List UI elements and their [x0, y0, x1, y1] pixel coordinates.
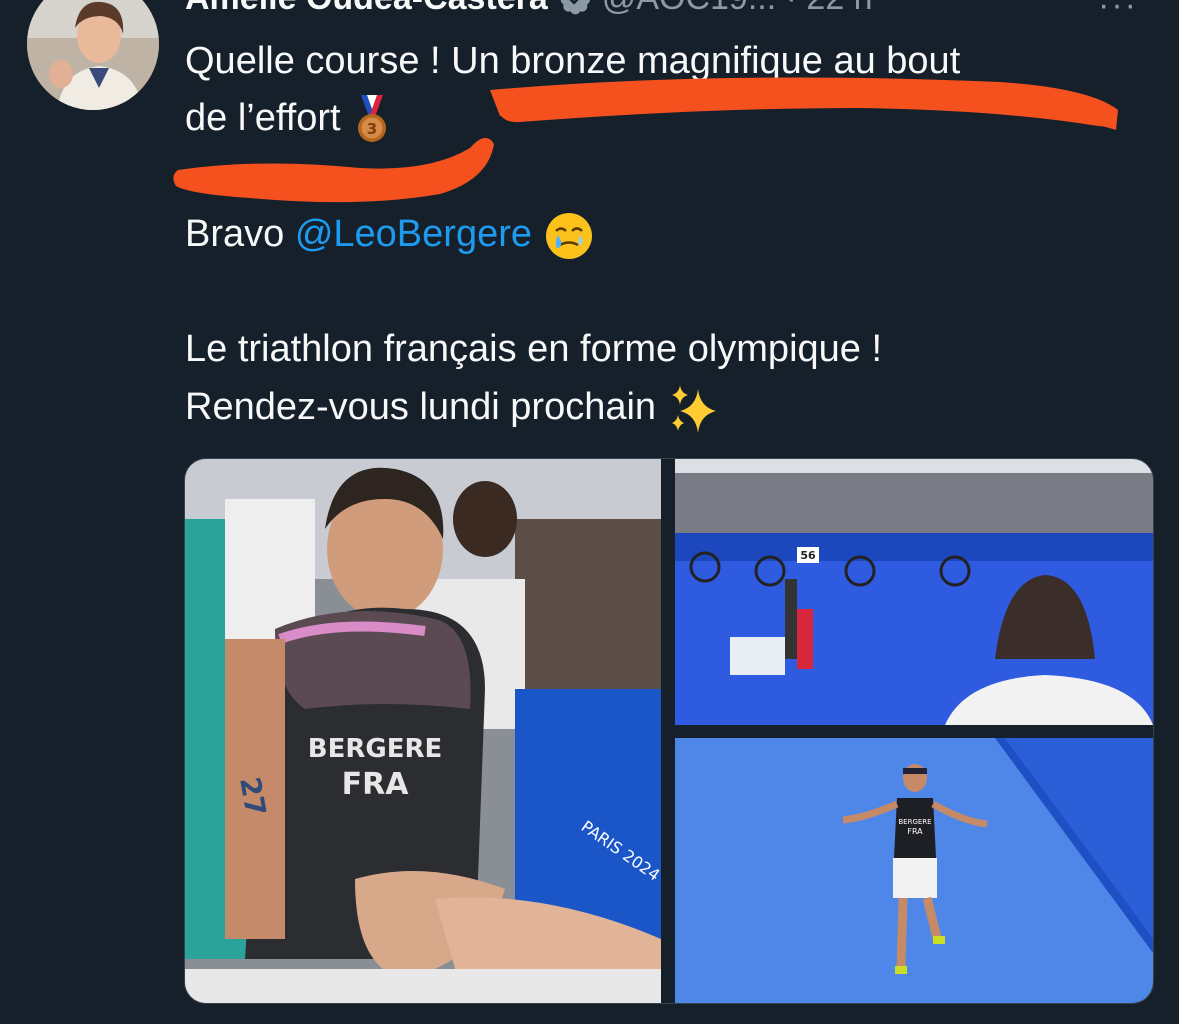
tweet-header: Amélie Oudéa-Castéra @AOC19... · 22 h	[185, 0, 873, 18]
athlete-photo: PARIS 2024 BERGERE FRA 27	[185, 459, 661, 1003]
tweet-text-line-4: Le triathlon français en forme olympique…	[185, 328, 883, 370]
svg-text:3: 3	[366, 120, 376, 138]
bib-name-3: BERGERE	[898, 818, 931, 826]
tweet-text-effort: de l’effort	[185, 97, 341, 139]
sparkles-icon	[672, 384, 717, 433]
mention-link[interactable]: @LeoBergere	[295, 213, 532, 255]
media-grid[interactable]: PARIS 2024 BERGERE FRA 27 56 BERGERE FRA	[184, 458, 1154, 1004]
tweet-text-line-2: de l’effort 3	[185, 89, 391, 147]
bib-name-1: BERGERE	[308, 734, 442, 764]
tweet-text-line-3: Bravo @LeoBergere	[185, 205, 594, 263]
avatar[interactable]	[27, 0, 159, 110]
verified-badge-icon	[560, 0, 590, 15]
face-holding-back-tears-icon	[546, 212, 592, 259]
photo-transition-area[interactable]: 56	[675, 459, 1153, 725]
bib-country-3: FRA	[907, 827, 923, 836]
tweet-text-line-5: Rendez-vous lundi prochain	[185, 378, 720, 436]
display-name[interactable]: Amélie Oudéa-Castéra	[185, 0, 548, 17]
tweet-text-rendez-vous: Rendez-vous lundi prochain	[185, 386, 657, 428]
bib-country-1: FRA	[342, 767, 410, 802]
bronze-medal-icon: 3	[357, 94, 386, 142]
more-options-icon[interactable]: ···	[1098, 0, 1138, 25]
bravo-text: Bravo	[185, 213, 295, 255]
profile-photo	[27, 0, 159, 110]
photo-athlete-with-fans[interactable]: PARIS 2024 BERGERE FRA 27	[185, 459, 661, 1003]
handle[interactable]: @AOC19...	[602, 0, 776, 17]
arm-number: 27	[233, 774, 272, 818]
photo-finish-line[interactable]: BERGERE FRA	[675, 738, 1153, 1003]
tweet-text-line-1: Quelle course ! Un bronze magnifique au …	[185, 40, 961, 82]
separator-dot: ·	[786, 0, 797, 17]
transition-photo: 56	[675, 459, 1153, 725]
bike-number: 56	[800, 549, 816, 562]
tweet[interactable]: Amélie Oudéa-Castéra @AOC19... · 22 h ···…	[0, 0, 1179, 1024]
finish-photo: BERGERE FRA	[675, 738, 1153, 1003]
timestamp[interactable]: 22 h	[806, 0, 872, 17]
